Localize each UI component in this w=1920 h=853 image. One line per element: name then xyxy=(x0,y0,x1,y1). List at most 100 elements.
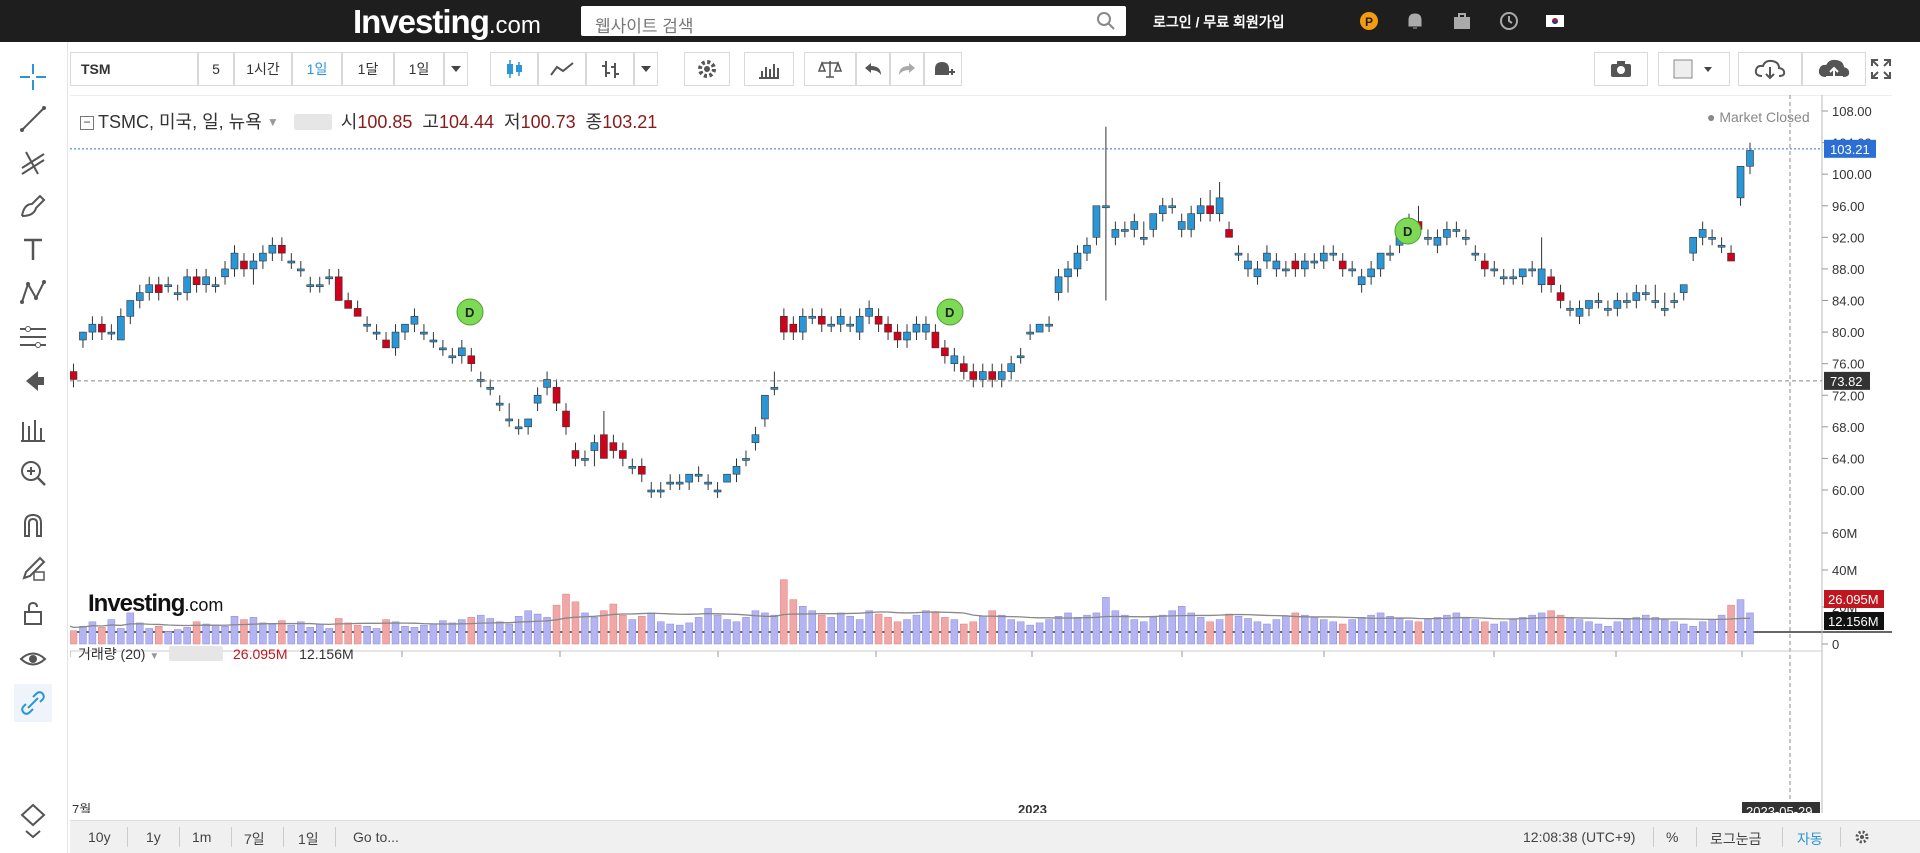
collapse-icon[interactable] xyxy=(14,802,52,840)
volume-tick-label: 60M xyxy=(1832,526,1857,541)
legend-settings-icon[interactable] xyxy=(293,114,332,130)
interval-5[interactable]: 5 xyxy=(198,52,234,86)
fullscreen-icon[interactable] xyxy=(1870,52,1892,86)
dividend-marker: D xyxy=(936,298,964,326)
symbol-input[interactable]: TSM xyxy=(70,52,198,86)
cloud-upload-icon[interactable] xyxy=(1802,52,1866,86)
volume-bar xyxy=(1518,617,1527,645)
candle-body xyxy=(960,363,968,372)
candle-body xyxy=(192,276,201,286)
indicators-icon[interactable] xyxy=(744,52,794,86)
magnet-icon[interactable] xyxy=(14,506,52,544)
fib-icon[interactable] xyxy=(14,318,52,356)
candle-body xyxy=(259,252,267,262)
text-icon[interactable] xyxy=(14,230,52,268)
candle-body xyxy=(278,244,286,254)
candle-body xyxy=(1471,252,1480,256)
candle-body xyxy=(581,458,589,461)
compare-icon[interactable] xyxy=(804,52,856,86)
line-style-icon[interactable] xyxy=(538,52,586,86)
candle-body xyxy=(1187,213,1195,230)
unlock-icon[interactable] xyxy=(14,594,52,632)
volume-bar xyxy=(173,629,182,645)
candle-body xyxy=(315,284,324,288)
candle-body xyxy=(1282,268,1290,272)
range-1m[interactable]: 1m xyxy=(192,829,211,845)
crosshair-icon[interactable] xyxy=(14,58,52,96)
camera-icon[interactable] xyxy=(1594,52,1648,86)
candle-body xyxy=(675,481,684,485)
gear-icon[interactable] xyxy=(1854,829,1870,848)
volume-settings-icon[interactable] xyxy=(169,646,224,661)
interval-1m[interactable]: 1달 xyxy=(342,52,394,86)
candle-style-icon[interactable] xyxy=(490,52,538,86)
goto-date[interactable]: Go to... xyxy=(353,829,399,845)
zoom-in-icon[interactable] xyxy=(14,454,52,492)
pro-icon[interactable]: P xyxy=(1358,10,1380,32)
volume-bar xyxy=(666,623,674,645)
pattern-icon[interactable] xyxy=(14,274,52,312)
range-1y[interactable]: 1y xyxy=(146,829,161,845)
pitchfork-icon[interactable] xyxy=(14,144,52,182)
volume-bar xyxy=(912,614,921,645)
volume-bar xyxy=(1547,610,1555,645)
volume-bar xyxy=(1604,625,1612,645)
volume-bar xyxy=(1613,621,1622,645)
briefcase-icon[interactable] xyxy=(1451,10,1473,32)
interval-dropdown[interactable]: 1일 xyxy=(394,52,444,86)
symbol-title[interactable]: TSMC, 미국, 일, 뉴욕 xyxy=(98,112,262,132)
collapse-legend-icon[interactable]: − xyxy=(80,116,94,130)
volume-bar xyxy=(1462,617,1470,645)
time-label-july: 7월 xyxy=(72,802,91,813)
candle-body xyxy=(1679,284,1688,293)
chevron-down-icon[interactable] xyxy=(634,52,658,86)
cloud-download-icon[interactable] xyxy=(1738,52,1802,86)
interval-1d[interactable]: 1일 xyxy=(292,52,342,86)
close-value: 103.21 xyxy=(602,112,658,132)
back-arrow-icon[interactable] xyxy=(14,362,52,400)
range-10y[interactable]: 10y xyxy=(88,829,111,845)
candle-body xyxy=(1509,276,1518,280)
investing-logo[interactable]: Investing.com xyxy=(353,3,541,41)
auto-scale-toggle[interactable]: 자동 xyxy=(1797,829,1823,849)
gear-icon[interactable] xyxy=(684,52,730,86)
alert-icon[interactable] xyxy=(924,52,962,86)
trendline-icon[interactable] xyxy=(14,100,52,138)
candle-body xyxy=(164,284,172,288)
candle-body xyxy=(1263,252,1271,262)
lock-pencil-icon[interactable] xyxy=(14,550,52,588)
range-1d[interactable]: 1일 xyxy=(298,829,319,849)
chevron-down-icon[interactable]: ▼ xyxy=(149,651,159,662)
layout-dropdown[interactable] xyxy=(1658,52,1730,86)
candle-body xyxy=(240,260,248,270)
search-input[interactable]: 웹사이트 검색 xyxy=(581,6,1126,36)
undo-icon[interactable] xyxy=(856,52,890,86)
brush-icon[interactable] xyxy=(14,186,52,224)
volume-bar xyxy=(79,625,87,645)
measure-icon[interactable] xyxy=(14,410,52,448)
interval-1h[interactable]: 1시간 xyxy=(234,52,292,86)
divider xyxy=(283,827,284,847)
volume-bar xyxy=(1348,619,1356,645)
chevron-down-icon[interactable]: ▼ xyxy=(267,115,279,129)
volume-bar xyxy=(780,579,788,645)
log-scale-toggle[interactable]: 로그눈금 xyxy=(1710,829,1762,849)
clock-icon[interactable] xyxy=(1498,10,1520,32)
bell-icon[interactable] xyxy=(1404,10,1426,32)
percent-scale-toggle[interactable]: % xyxy=(1666,829,1678,845)
price-chart[interactable]: 108.00104.00100.0096.0092.0088.0084.0080… xyxy=(70,95,1892,813)
search-icon[interactable] xyxy=(1096,11,1116,36)
eye-icon[interactable] xyxy=(14,640,52,678)
link-icon[interactable] xyxy=(14,684,52,722)
divider xyxy=(335,827,336,847)
korea-flag-icon[interactable] xyxy=(1544,10,1566,32)
candle-body xyxy=(656,489,665,493)
login-link[interactable]: 로그인 / 무료 회원가입 xyxy=(1153,12,1284,32)
range-7d[interactable]: 7일 xyxy=(244,829,265,849)
candle-body xyxy=(79,331,87,341)
bar-style-icon[interactable] xyxy=(586,52,634,86)
chevron-down-icon[interactable] xyxy=(444,52,468,86)
volume-label[interactable]: 거래량 (20) xyxy=(78,646,145,662)
redo-icon[interactable] xyxy=(890,52,924,86)
volume-bar xyxy=(799,606,807,645)
